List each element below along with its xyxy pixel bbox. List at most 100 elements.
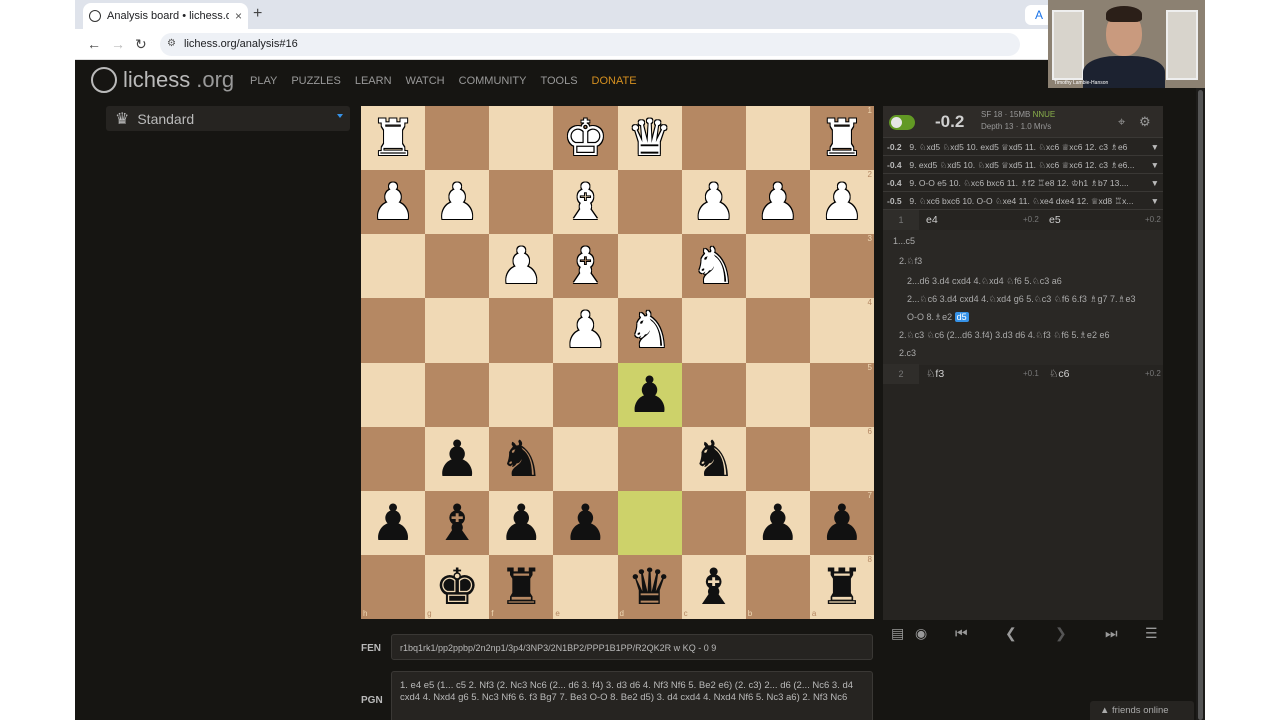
- nav-watch[interactable]: WATCH: [406, 75, 445, 87]
- back-icon[interactable]: ←: [87, 36, 101, 52]
- menu-icon[interactable]: ☰: [1145, 625, 1158, 642]
- board-square[interactable]: ♞: [489, 426, 554, 491]
- white-pawn-icon[interactable]: ♟: [435, 177, 480, 227]
- url-field[interactable]: lichess.org/analysis#16: [160, 33, 1020, 56]
- black-king-icon[interactable]: ♚: [435, 562, 480, 612]
- move-white[interactable]: e4: [926, 210, 938, 230]
- board-square[interactable]: [425, 362, 490, 427]
- board-square[interactable]: e: [553, 554, 618, 619]
- variation-line[interactable]: 2.♘f3: [899, 256, 922, 267]
- board-square[interactable]: [361, 234, 426, 299]
- white-king-icon[interactable]: ♚: [563, 113, 608, 163]
- board-square[interactable]: ♟: [617, 362, 682, 427]
- variant-select[interactable]: ♛ Standard: [106, 106, 350, 131]
- variation-line[interactable]: 1...c5: [893, 236, 915, 246]
- white-pawn-icon[interactable]: ♟: [563, 305, 608, 355]
- engine-toggle[interactable]: [889, 115, 915, 130]
- board-square[interactable]: [745, 298, 810, 363]
- white-rook-icon[interactable]: ♜: [820, 113, 865, 163]
- target-icon[interactable]: ⌖: [1118, 114, 1125, 130]
- black-rook-icon[interactable]: ♜: [820, 562, 865, 612]
- board-square[interactable]: ♟: [553, 298, 618, 363]
- variation-line[interactable]: 2...♘c6 3.d4 cxd4 4.♘xd4 g6 5.♘c3 ♘f6 6.…: [907, 294, 1136, 305]
- board-square[interactable]: [745, 106, 810, 171]
- board-square[interactable]: ♞: [681, 426, 746, 491]
- board-square[interactable]: ♝: [553, 234, 618, 299]
- board-square[interactable]: [681, 298, 746, 363]
- board-square[interactable]: ♟: [681, 170, 746, 235]
- last-move-button[interactable]: ⏭: [1105, 625, 1118, 642]
- black-pawn-icon[interactable]: ♟: [820, 498, 865, 548]
- move-black[interactable]: ♘c6: [1049, 364, 1070, 384]
- white-knight-icon[interactable]: ♞: [691, 241, 736, 291]
- variation-line[interactable]: 2...d6 3.d4 cxd4 4.♘xd4 ♘f6 5.♘c3 a6: [907, 276, 1062, 287]
- board-square[interactable]: [745, 362, 810, 427]
- black-bishop-icon[interactable]: ♝: [691, 562, 736, 612]
- board-square[interactable]: ♟ 7: [809, 490, 874, 555]
- board-square[interactable]: ♟: [745, 490, 810, 555]
- black-pawn-icon[interactable]: ♟: [563, 498, 608, 548]
- variation-line[interactable]: O-O 8.♗e2 d5: [907, 312, 969, 323]
- board-square[interactable]: 3: [809, 234, 874, 299]
- pv-line[interactable]: -0.2 9. ♘xd5 ♘xd5 10. exd5 ♕xd5 11. ♘xc6…: [883, 138, 1163, 156]
- chess-board[interactable]: ♜ ♚ ♛ ♜ 1 ♟ ♟ ♝ ♟ ♟ ♟ 2 ♟ ♝ ♞ 3 ♟ ♞ 4 ♟ 5 ♟ ♞ ♞ 6 ♟ ♝ ♟ ♟ ♟ ♟ 7 h ♚ g ♜ f e ♛ d…: [361, 106, 874, 619]
- board-square[interactable]: ♜ 8 a: [809, 554, 874, 619]
- board-square[interactable]: ♝: [425, 490, 490, 555]
- black-pawn-icon[interactable]: ♟: [627, 370, 672, 420]
- board-square[interactable]: [361, 426, 426, 491]
- board-square[interactable]: b: [745, 554, 810, 619]
- scrollbar-thumb[interactable]: [1198, 90, 1203, 720]
- first-move-button[interactable]: ⏮: [955, 625, 968, 642]
- white-bishop-icon[interactable]: ♝: [563, 177, 608, 227]
- board-square[interactable]: ♟: [489, 490, 554, 555]
- black-bishop-icon[interactable]: ♝: [435, 498, 480, 548]
- close-tab-icon[interactable]: ×: [235, 9, 242, 23]
- board-square[interactable]: [553, 362, 618, 427]
- new-tab-button[interactable]: +: [253, 5, 262, 23]
- tab-analysis-board[interactable]: Analysis board • lichess.org ×: [83, 3, 248, 29]
- lichess-logo[interactable]: lichess .org: [91, 67, 234, 93]
- white-pawn-icon[interactable]: ♟: [371, 177, 416, 227]
- board-square[interactable]: [489, 298, 554, 363]
- board-square[interactable]: ♟: [361, 170, 426, 235]
- black-knight-icon[interactable]: ♞: [691, 434, 736, 484]
- nav-tools[interactable]: TOOLS: [540, 75, 577, 87]
- board-square[interactable]: [617, 490, 682, 555]
- board-square[interactable]: 5: [809, 362, 874, 427]
- board-square[interactable]: ♟: [553, 490, 618, 555]
- variation-line[interactable]: 2.♘c3 ♘c6 (2...d6 3.f4) 3.d3 d6 4.♘f3 ♘f…: [899, 330, 1109, 341]
- board-square[interactable]: [553, 426, 618, 491]
- board-square[interactable]: ♟: [425, 170, 490, 235]
- board-square[interactable]: ♛ d: [617, 554, 682, 619]
- black-knight-icon[interactable]: ♞: [499, 434, 544, 484]
- board-square[interactable]: [489, 362, 554, 427]
- black-pawn-icon[interactable]: ♟: [371, 498, 416, 548]
- forward-icon[interactable]: →: [111, 36, 125, 52]
- black-rook-icon[interactable]: ♜: [499, 562, 544, 612]
- board-square[interactable]: [489, 170, 554, 235]
- pv-line[interactable]: -0.4 9. exd5 ♘xd5 10. ♘xd5 ♕xd5 11. ♘xc6…: [883, 156, 1163, 174]
- nav-learn[interactable]: LEARN: [355, 75, 392, 87]
- white-queen-icon[interactable]: ♛: [627, 113, 672, 163]
- black-pawn-icon[interactable]: ♟: [755, 498, 800, 548]
- variation-line[interactable]: 2.c3: [899, 348, 916, 358]
- pv-line[interactable]: -0.4 9. O-O e5 10. ♘xc6 bxc6 11. ♗f2 ♖e8…: [883, 174, 1163, 192]
- move-black[interactable]: e5: [1049, 210, 1061, 230]
- white-pawn-icon[interactable]: ♟: [499, 241, 544, 291]
- board-square[interactable]: ♜: [361, 106, 426, 171]
- board-square[interactable]: [617, 170, 682, 235]
- nav-community[interactable]: COMMUNITY: [459, 75, 527, 87]
- board-square[interactable]: [681, 490, 746, 555]
- black-queen-icon[interactable]: ♛: [627, 562, 672, 612]
- white-pawn-icon[interactable]: ♟: [691, 177, 736, 227]
- board-square[interactable]: ♛: [617, 106, 682, 171]
- move-white[interactable]: ♘f3: [926, 364, 944, 384]
- board-square[interactable]: ♜ 1: [809, 106, 874, 171]
- gear-icon[interactable]: ⚙: [1139, 114, 1151, 130]
- board-square[interactable]: [617, 426, 682, 491]
- board-square[interactable]: [361, 362, 426, 427]
- board-square[interactable]: ♟: [425, 426, 490, 491]
- board-square[interactable]: [681, 106, 746, 171]
- prev-move-button[interactable]: ❮: [1005, 625, 1017, 642]
- white-pawn-icon[interactable]: ♟: [755, 177, 800, 227]
